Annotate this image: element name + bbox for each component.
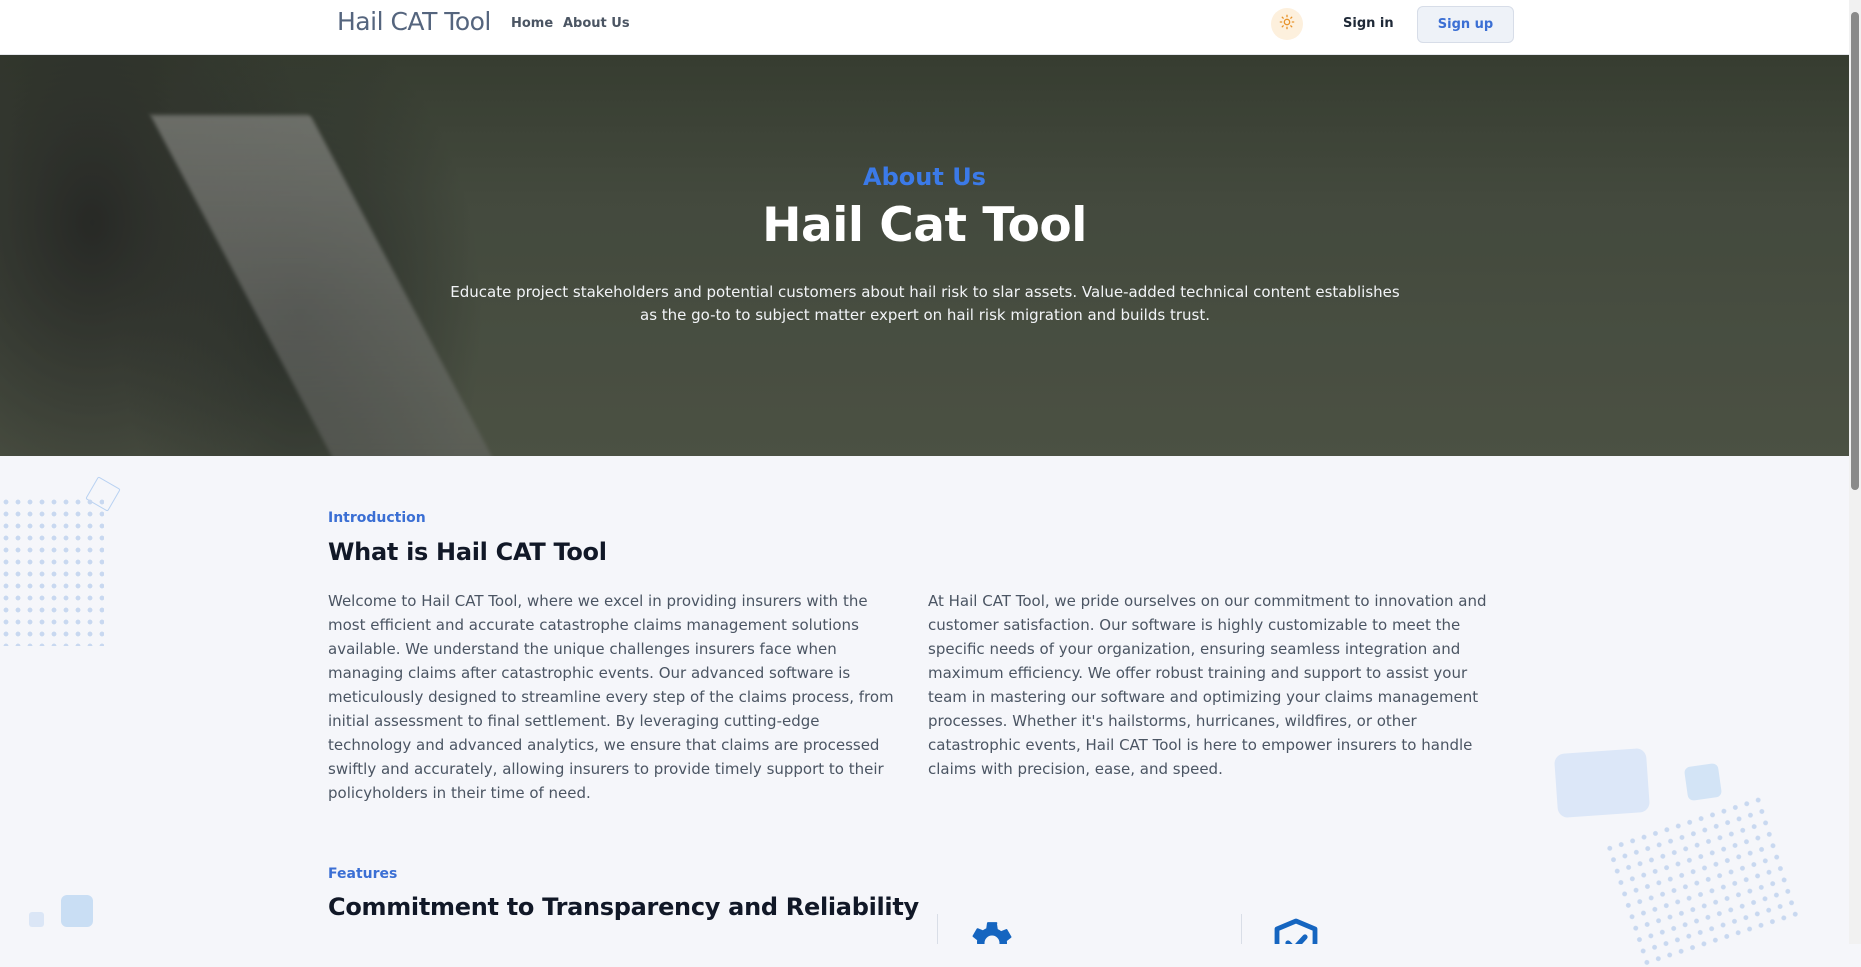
nav-link-home[interactable]: Home — [511, 16, 553, 31]
sign-up-button[interactable]: Sign up — [1417, 6, 1514, 43]
gear-icon — [967, 918, 1017, 944]
hero-title: Hail Cat Tool — [762, 198, 1087, 253]
decor-square-small-right — [1683, 762, 1723, 802]
hero-overlay — [0, 55, 1849, 456]
features-title: Commitment to Transparency and Reliabili… — [328, 893, 919, 921]
hero-banner: About Us Hail Cat Tool Educate project s… — [0, 55, 1849, 456]
scrollbar-thumb[interactable] — [1851, 12, 1859, 490]
decor-dot-grid-right — [1602, 791, 1804, 967]
sun-icon — [1279, 14, 1295, 34]
shield-check-icon — [1272, 918, 1320, 944]
decor-square-bottom-left — [61, 895, 93, 927]
introduction-paragraph-right: At Hail CAT Tool, we pride ourselves on … — [928, 592, 1487, 778]
decor-dot-grid-left — [0, 496, 104, 646]
page-scrollbar[interactable] — [1849, 0, 1861, 944]
theme-toggle-button[interactable] — [1271, 8, 1303, 40]
decor-square-large-right — [1553, 747, 1651, 819]
decor-square-tiny-left — [29, 912, 44, 927]
hero-description: Educate project stakeholders and potenti… — [450, 283, 1400, 324]
nav-link-about-us[interactable]: About Us — [563, 16, 630, 31]
feature-divider-2 — [1241, 914, 1242, 944]
brand-logo[interactable]: Hail CAT Tool — [337, 7, 491, 36]
features-eyebrow: Features — [328, 866, 398, 882]
top-navbar: Hail CAT Tool Home About Us Sign in Sign… — [0, 0, 1849, 55]
introduction-title: What is Hail CAT Tool — [328, 538, 607, 566]
introduction-paragraph-left: Welcome to Hail CAT Tool, where we excel… — [328, 592, 894, 802]
feature-divider-1 — [937, 914, 938, 944]
sign-in-link[interactable]: Sign in — [1343, 16, 1394, 31]
hero-subtitle: About Us — [863, 163, 986, 191]
introduction-eyebrow: Introduction — [328, 510, 426, 526]
